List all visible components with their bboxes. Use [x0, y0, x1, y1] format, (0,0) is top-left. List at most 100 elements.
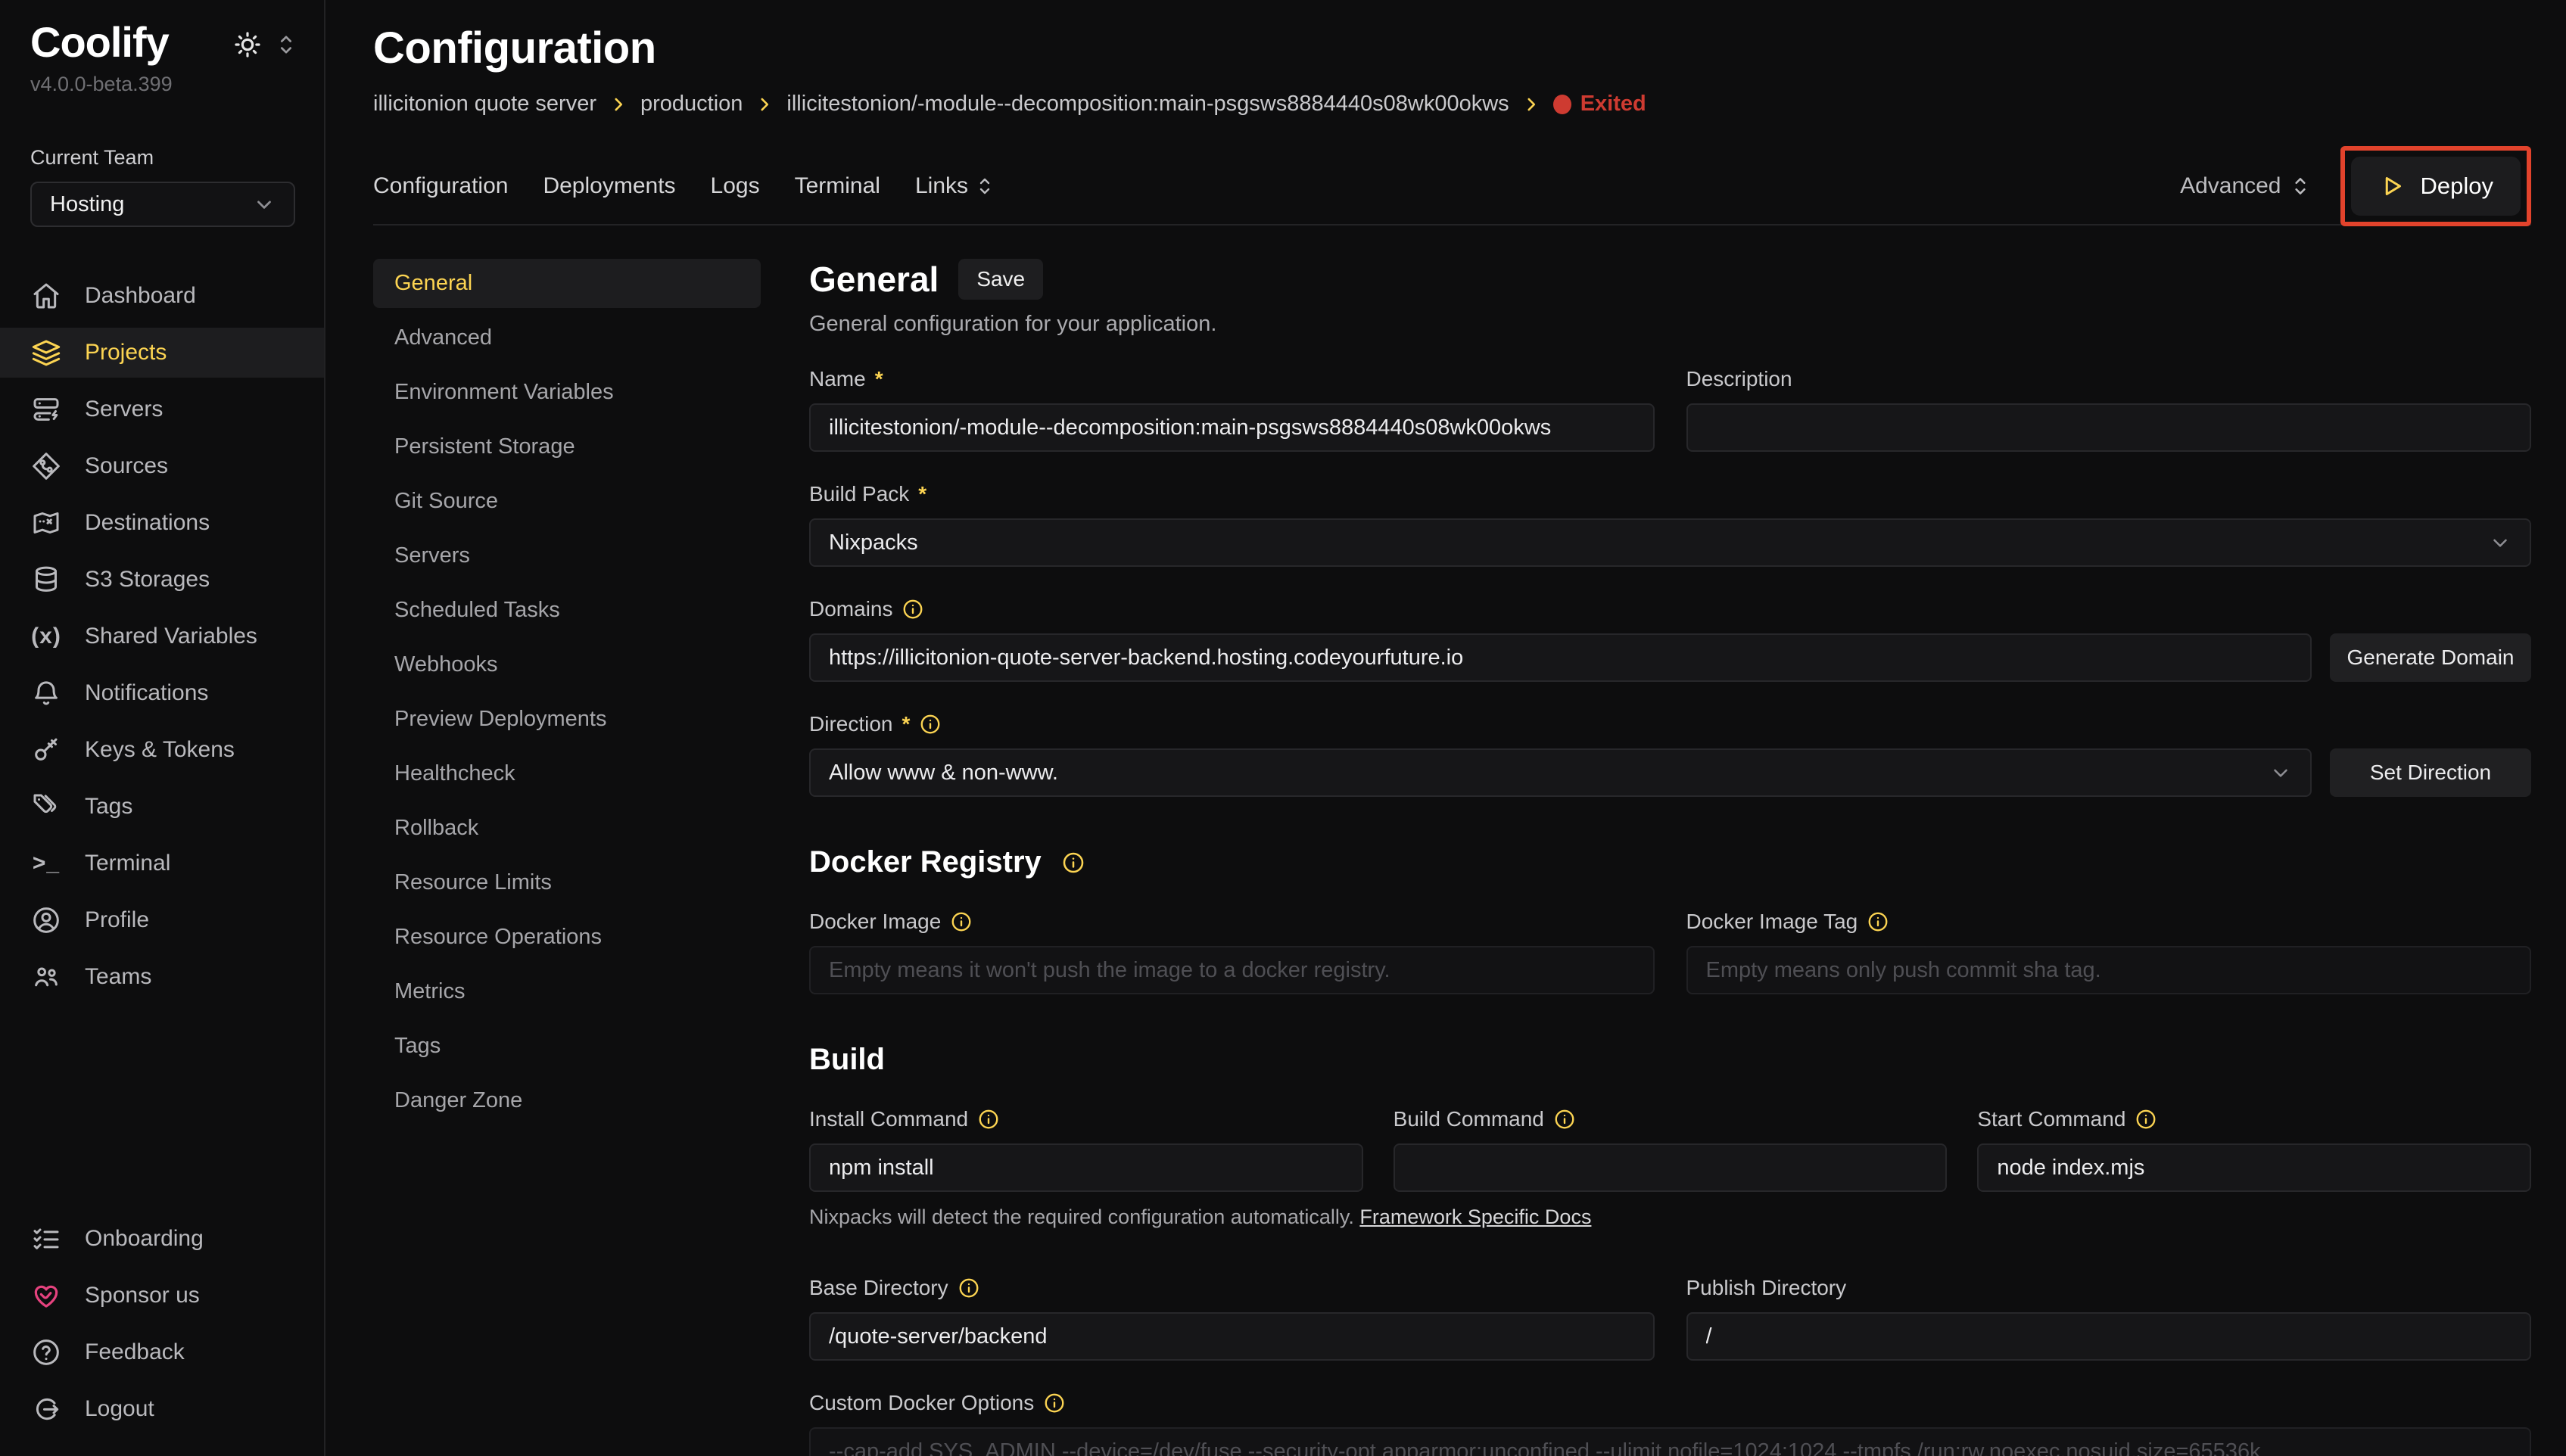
chevron-down-icon [2269, 761, 2292, 784]
docker-registry-heading: Docker Registry [809, 845, 1042, 879]
tab-configuration[interactable]: Configuration [373, 173, 508, 199]
info-icon[interactable] [1867, 910, 1889, 933]
sidebar-item-logout[interactable]: Logout [0, 1384, 324, 1434]
server-icon [30, 394, 62, 425]
page-title: Configuration [373, 23, 2531, 73]
map-icon [30, 508, 62, 538]
deploy-button[interactable]: Deploy [2351, 157, 2521, 216]
sidebar-item-shared-variables[interactable]: (x) Shared Variables [0, 611, 324, 661]
team-select[interactable]: Hosting [30, 182, 295, 227]
chevron-down-icon [253, 193, 276, 216]
config-menu-item-servers[interactable]: Servers [373, 531, 761, 580]
config-menu-item-preview-deployments[interactable]: Preview Deployments [373, 695, 761, 744]
play-icon [2378, 173, 2406, 200]
info-icon[interactable] [958, 1277, 980, 1299]
general-subtitle: General configuration for your applicati… [809, 312, 2531, 337]
info-icon[interactable] [977, 1108, 1000, 1131]
chevron-right-icon [609, 95, 628, 114]
description-input[interactable] [1686, 403, 2532, 452]
tab-logs[interactable]: Logs [711, 173, 760, 199]
install-command-input[interactable] [809, 1143, 1363, 1192]
config-menu-item-scheduled-tasks[interactable]: Scheduled Tasks [373, 586, 761, 635]
config-menu-item-rollback[interactable]: Rollback [373, 804, 761, 853]
sidebar-item-terminal[interactable]: >_ Terminal [0, 838, 324, 888]
advanced-dropdown[interactable]: Advanced [2180, 173, 2309, 199]
sidebar-item-destinations[interactable]: Destinations [0, 498, 324, 548]
custom-docker-options-input[interactable] [809, 1427, 2531, 1456]
start-command-input[interactable] [1977, 1143, 2531, 1192]
sidebar-item-tags[interactable]: Tags [0, 782, 324, 832]
config-menu-item-resource-operations[interactable]: Resource Operations [373, 913, 761, 962]
tab-deployments[interactable]: Deployments [543, 173, 675, 199]
config-menu-item-general[interactable]: General [373, 259, 761, 308]
name-input[interactable] [809, 403, 1655, 452]
sidebar-item-projects[interactable]: Projects [0, 328, 324, 378]
config-menu-item-webhooks[interactable]: Webhooks [373, 640, 761, 689]
info-icon[interactable] [919, 713, 942, 736]
breadcrumb-project[interactable]: illicitonion quote server [373, 92, 596, 117]
docker-image-tag-input[interactable] [1686, 946, 2532, 994]
config-menu-item-git-source[interactable]: Git Source [373, 477, 761, 526]
required-asterisk: * [875, 367, 883, 391]
sidebar-item-notifications[interactable]: Notifications [0, 668, 324, 718]
breadcrumb-application[interactable]: illicitestonion/-module--decomposition:m… [786, 92, 1509, 117]
tab-terminal[interactable]: Terminal [795, 173, 880, 199]
publish-directory-input[interactable] [1686, 1312, 2532, 1361]
chevron-right-icon [755, 95, 774, 114]
sidebar-footer: Onboarding Sponsor us Feedback Logout [0, 1214, 324, 1456]
sidebar: Coolify v4.0.0-beta.399 Current Team Hos… [0, 0, 325, 1456]
info-icon[interactable] [1553, 1108, 1576, 1131]
sidebar-item-onboarding[interactable]: Onboarding [0, 1214, 324, 1264]
config-menu-item-healthcheck[interactable]: Healthcheck [373, 749, 761, 798]
build-pack-label: Build Pack* [809, 482, 2531, 506]
direction-label: Direction* [809, 712, 2531, 736]
theme-select-chevrons-icon[interactable] [276, 32, 297, 58]
set-direction-button[interactable]: Set Direction [2330, 748, 2531, 797]
theme-sun-icon[interactable] [233, 30, 262, 59]
generate-domain-button[interactable]: Generate Domain [2330, 633, 2531, 682]
info-icon[interactable] [950, 910, 973, 933]
config-menu-item-danger-zone[interactable]: Danger Zone [373, 1076, 761, 1125]
tab-links[interactable]: Links [915, 173, 994, 199]
save-button[interactable]: Save [958, 259, 1043, 300]
checklist-icon [30, 1224, 62, 1254]
help-circle-icon [30, 1337, 62, 1367]
info-icon[interactable] [1043, 1392, 1066, 1414]
build-command-input[interactable] [1394, 1143, 1948, 1192]
docker-image-input[interactable] [809, 946, 1655, 994]
config-menu-item-tags[interactable]: Tags [373, 1022, 761, 1071]
direction-select[interactable]: Allow www & non-www. [809, 748, 2312, 797]
info-icon[interactable] [1061, 851, 1085, 875]
breadcrumb-environment[interactable]: production [640, 92, 743, 117]
sidebar-item-s3-storages[interactable]: S3 Storages [0, 555, 324, 605]
config-menu-item-metrics[interactable]: Metrics [373, 967, 761, 1016]
config-menu-item-resource-limits[interactable]: Resource Limits [373, 858, 761, 907]
config-menu-item-persistent-storage[interactable]: Persistent Storage [373, 422, 761, 471]
layers-icon [30, 338, 62, 368]
domains-input[interactable] [809, 633, 2312, 682]
user-circle-icon [30, 905, 62, 935]
sidebar-item-feedback[interactable]: Feedback [0, 1327, 324, 1377]
config-menu-item-advanced[interactable]: Advanced [373, 313, 761, 362]
sidebar-item-servers[interactable]: Servers [0, 384, 324, 434]
info-icon[interactable] [902, 598, 924, 621]
general-section: General Save General configuration for y… [761, 259, 2531, 1456]
sidebar-item-keys-tokens[interactable]: Keys & Tokens [0, 725, 324, 775]
status-text: Exited [1580, 92, 1646, 117]
sidebar-item-teams[interactable]: Teams [0, 952, 324, 1002]
sidebar-item-sponsor-us[interactable]: Sponsor us [0, 1271, 324, 1321]
base-directory-input[interactable] [809, 1312, 1655, 1361]
main-content: Configuration illicitonion quote server … [325, 0, 2566, 1456]
sidebar-item-sources[interactable]: Sources [0, 441, 324, 491]
build-pack-select[interactable]: Nixpacks [809, 518, 2531, 567]
framework-docs-link[interactable]: Framework Specific Docs [1359, 1206, 1591, 1228]
sidebar-item-profile[interactable]: Profile [0, 895, 324, 945]
info-icon[interactable] [2135, 1108, 2157, 1131]
required-asterisk: * [918, 482, 926, 506]
config-menu-item-environment-variables[interactable]: Environment Variables [373, 368, 761, 417]
bell-icon [30, 678, 62, 708]
logout-icon [30, 1394, 62, 1424]
config-menu: General Advanced Environment Variables P… [373, 259, 761, 1456]
sidebar-item-dashboard[interactable]: Dashboard [0, 271, 324, 321]
docker-image-label: Docker Image [809, 910, 1655, 934]
